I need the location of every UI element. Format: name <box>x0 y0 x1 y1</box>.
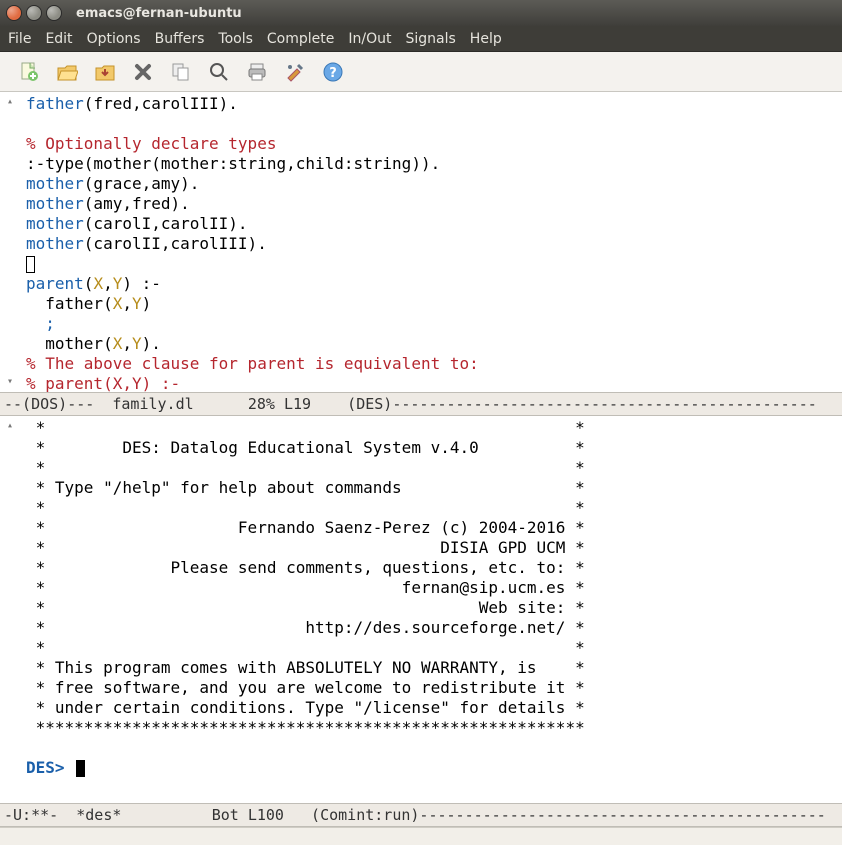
window-close-button[interactable] <box>6 5 22 21</box>
menu-file[interactable]: File <box>8 31 31 47</box>
repl-buffer[interactable]: * * * DES: Datalog Educational System v.… <box>0 416 842 803</box>
source-buffer-content[interactable]: father(fred,carolIII). % Optionally decl… <box>20 92 842 392</box>
menu-inout[interactable]: In/Out <box>348 31 391 47</box>
open-file-icon[interactable] <box>54 59 80 85</box>
window-maximize-button[interactable] <box>46 5 62 21</box>
window-titlebar: emacs@fernan-ubuntu <box>0 0 842 26</box>
fringe-repl <box>0 416 20 803</box>
source-buffer[interactable]: father(fred,carolIII). % Optionally decl… <box>0 92 842 392</box>
menu-edit[interactable]: Edit <box>45 31 72 47</box>
search-icon[interactable] <box>206 59 232 85</box>
save-icon[interactable] <box>92 59 118 85</box>
modeline-repl: -U:**- *des* Bot L100 (Comint:run)------… <box>0 803 842 827</box>
menu-help[interactable]: Help <box>470 31 502 47</box>
copy-icon[interactable] <box>168 59 194 85</box>
menu-signals[interactable]: Signals <box>405 31 455 47</box>
fringe-top <box>0 92 20 392</box>
menu-options[interactable]: Options <box>87 31 141 47</box>
window-minimize-button[interactable] <box>26 5 42 21</box>
repl-buffer-content[interactable]: * * * DES: Datalog Educational System v.… <box>20 416 842 803</box>
preferences-icon[interactable] <box>282 59 308 85</box>
svg-text:?: ? <box>329 66 337 81</box>
menu-buffers[interactable]: Buffers <box>155 31 205 47</box>
toolbar: ? <box>0 52 842 92</box>
new-file-icon[interactable] <box>16 59 42 85</box>
window-title: emacs@fernan-ubuntu <box>76 6 242 21</box>
menu-tools[interactable]: Tools <box>218 31 253 47</box>
print-icon[interactable] <box>244 59 270 85</box>
modeline-source: --(DOS)--- family.dl 28% L19 (DES)------… <box>0 392 842 416</box>
menubar: File Edit Options Buffers Tools Complete… <box>0 26 842 52</box>
minibuffer[interactable] <box>0 827 842 845</box>
menu-complete[interactable]: Complete <box>267 31 334 47</box>
help-icon[interactable]: ? <box>320 59 346 85</box>
close-icon[interactable] <box>130 59 156 85</box>
